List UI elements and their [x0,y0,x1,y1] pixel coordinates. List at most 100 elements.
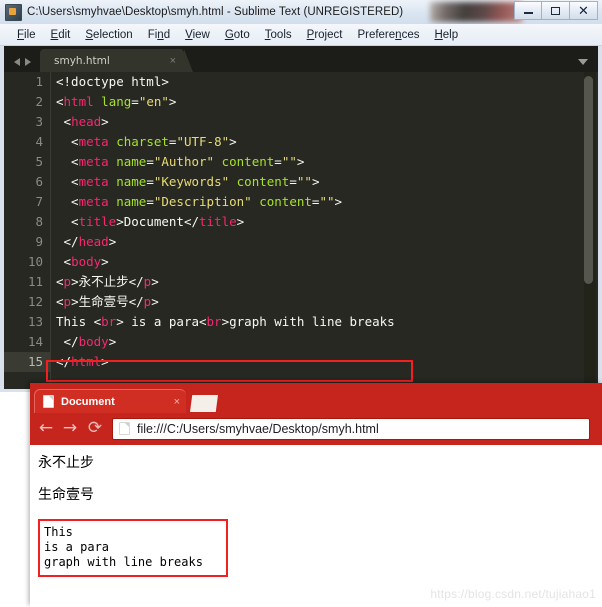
code-token: "Author" [153,154,215,169]
code-token: < [56,194,79,209]
code-token: </ [183,214,200,229]
editor-tab-close-icon[interactable]: × [170,55,176,67]
menu-item-preferences[interactable]: Preferences [350,27,427,43]
browser-tab-document[interactable]: Document × [34,389,186,413]
menu-item-project[interactable]: Project [300,27,351,43]
code-line[interactable]: <meta name="Author" content=""> [51,152,598,172]
back-arrow-icon[interactable]: ← [34,420,58,437]
code-token: = [146,174,154,189]
address-bar-url: file:///C:/Users/smyhvae/Desktop/smyh.ht… [137,421,379,436]
code-line[interactable]: This <br> is a para<br>graph with line b… [51,312,598,332]
code-line[interactable]: <meta name="Keywords" content=""> [51,172,598,192]
menu-item-file[interactable]: File [10,27,44,43]
line-number: 5 [35,154,43,169]
code-token: < [56,274,64,289]
code-token: </ [56,354,72,369]
code-token: > [236,214,245,229]
code-token: = [146,154,154,169]
minimize-button[interactable] [514,1,542,20]
menu-item-selection[interactable]: Selection [78,27,140,43]
rendered-line-3: graph with line breaks [44,555,203,570]
editor-tab-smyh-html[interactable]: smyh.html × [40,49,193,72]
tab-list-arrow-icon[interactable] [578,59,588,65]
line-number: 4 [35,134,43,149]
menu-item-view[interactable]: View [178,27,218,43]
code-token: > is a para< [116,314,207,329]
line-number: 6 [35,174,43,189]
editor-scrollbar[interactable] [584,72,596,389]
code-token: > [116,214,124,229]
code-token: html [71,354,102,369]
code-token: < [56,294,64,309]
code-token: charset [108,134,169,149]
code-token: </ [56,234,79,249]
menu-item-goto[interactable]: Goto [218,27,258,43]
code-token: name [108,154,147,169]
forward-arrow-icon[interactable]: → [58,420,82,437]
menu-item-tools[interactable]: Tools [258,27,300,43]
line-number: 1 [35,74,43,89]
editor-tab-label: smyh.html [54,54,110,67]
browser-tab-title: Document [61,395,115,408]
code-token: = [274,154,282,169]
code-line[interactable]: <meta name="Description" content=""> [51,192,598,212]
close-button[interactable]: ✕ [570,1,598,20]
code-line[interactable]: <body> [51,252,598,272]
code-token: title [199,214,237,229]
code-token: </ [128,294,144,309]
next-tab-arrow-icon[interactable] [25,58,31,66]
code-token: lang [93,94,132,109]
code-token: > [101,114,109,129]
browser-chrome: Document × ← → ⟳ file:///C:/Users/smyhva… [30,383,602,445]
menu-item-edit[interactable]: Edit [44,27,79,43]
code-line[interactable]: <meta charset="UTF-8"> [51,132,598,152]
code-token: < [56,114,72,129]
page-paragraph-2: 生命壹号 [38,487,94,504]
code-token: "Description" [153,194,252,209]
code-pane[interactable]: 1 2 3 4 5 6 7 8 9 10 11 12 13 14 15 <!doctype html> <ht… [4,72,598,389]
code-line[interactable]: <p>生命壹号</p> [51,292,598,312]
reload-icon[interactable]: ⟳ [82,420,108,437]
line-number: 13 [27,314,43,329]
code-token: body [71,254,102,269]
browser-tab-close-icon[interactable]: × [174,396,180,408]
code-line[interactable]: <html lang="en"> [51,92,598,112]
code-line[interactable]: <!doctype html> [51,72,598,92]
address-bar[interactable]: file:///C:/Users/smyhvae/Desktop/smyh.ht… [112,417,590,440]
code-token: meta [78,134,109,149]
code-token: > [311,174,320,189]
menu-bar: File Edit Selection Find View Goto Tools… [0,24,602,46]
tab-nav-arrows [4,58,40,72]
code-token: > [168,94,177,109]
code-token: 生命壹号 [78,294,129,309]
menu-item-find[interactable]: Find [141,27,178,43]
code-token: = [146,194,154,209]
code-line[interactable]: </body> [51,332,598,352]
code-token: content [251,194,312,209]
code-token: "UTF-8" [176,134,230,149]
watermark: https://blog.csdn.net/tujiahao1 [430,587,596,601]
code-token: Document [123,214,184,229]
prev-tab-arrow-icon[interactable] [14,58,20,66]
new-tab-icon[interactable] [190,395,218,412]
editor-scrollbar-thumb[interactable] [584,76,593,284]
code-line[interactable]: </html> [51,352,598,372]
window-controls: ✕ [514,1,598,20]
code-token: < [56,94,64,109]
code-token: br [206,314,222,329]
code-line[interactable]: <title>Document</title> [51,212,598,232]
code-token: < [56,134,79,149]
maximize-button[interactable] [542,1,570,20]
line-number: 12 [27,294,43,309]
code-line[interactable]: <p>永不止步</p> [51,272,598,292]
menu-item-help[interactable]: Help [427,27,466,43]
editor-tab-bar: smyh.html × [4,46,598,72]
browser-toolbar: ← → ⟳ file:///C:/Users/smyhvae/Desktop/s… [30,412,602,445]
code-token: "" [319,194,335,209]
line-number: 7 [35,194,43,209]
rendered-line-1: This [44,525,73,540]
code-line[interactable]: <head> [51,112,598,132]
maximize-icon [551,6,560,15]
code-line[interactable]: </head> [51,232,598,252]
code-token: body [78,334,109,349]
